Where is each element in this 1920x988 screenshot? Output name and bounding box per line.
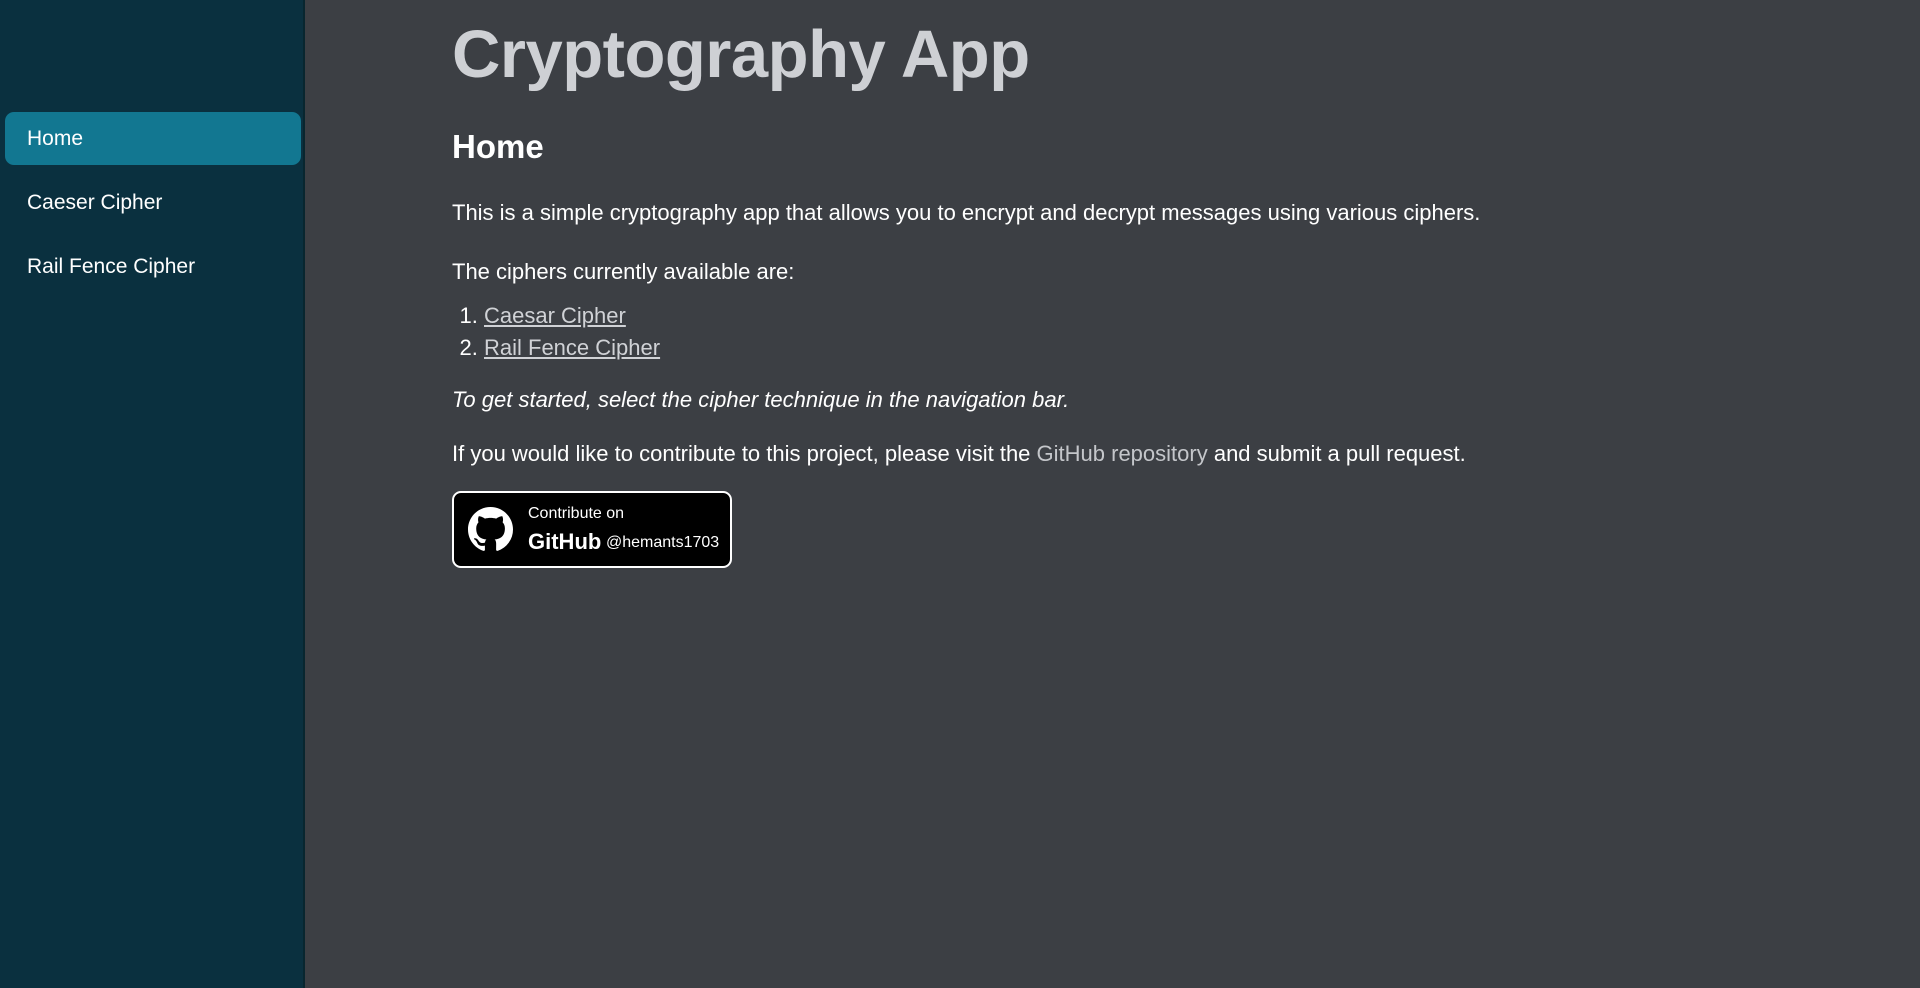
sidebar-item-home[interactable]: Home (5, 112, 301, 165)
list-item: Rail Fence Cipher (484, 332, 660, 364)
github-repository-link[interactable]: GitHub repository (1037, 441, 1208, 466)
sidebar-nav: Home Caeser Cipher Rail Fence Cipher (5, 112, 301, 304)
badge-handle: @hemants1703 (606, 534, 720, 551)
contribute-github-badge[interactable]: Contribute on GitHub @hemants1703 (452, 491, 732, 568)
get-started-text: To get started, select the cipher techni… (452, 387, 1070, 412)
cipher-list: Caesar Cipher Rail Fence Cipher (452, 300, 660, 364)
available-ciphers-text: The ciphers currently available are: (452, 259, 795, 284)
sidebar-item-rail-fence-cipher[interactable]: Rail Fence Cipher (5, 240, 301, 293)
sidebar-item-label: Caeser Cipher (27, 191, 163, 214)
contribute-text-before: If you would like to contribute to this … (452, 441, 1037, 466)
list-item: Caesar Cipher (484, 300, 660, 332)
badge-title: GitHub (528, 529, 602, 554)
badge-caption: Contribute on (528, 505, 625, 522)
rail-fence-cipher-link[interactable]: Rail Fence Cipher (484, 335, 660, 360)
sidebar-item-caeser-cipher[interactable]: Caeser Cipher (5, 176, 301, 229)
contribute-text: If you would like to contribute to this … (452, 441, 1466, 467)
app-title: Cryptography App (452, 17, 1030, 92)
page-title: Home (452, 128, 544, 165)
sidebar-item-label: Rail Fence Cipher (27, 255, 196, 278)
github-icon (468, 507, 513, 551)
sidebar-item-label: Home (27, 127, 84, 150)
contribute-text-after: and submit a pull request. (1207, 441, 1466, 466)
caesar-cipher-link[interactable]: Caesar Cipher (484, 303, 626, 328)
intro-text: This is a simple cryptography app that a… (452, 200, 1481, 225)
sidebar: Home Caeser Cipher Rail Fence Cipher (0, 0, 305, 988)
